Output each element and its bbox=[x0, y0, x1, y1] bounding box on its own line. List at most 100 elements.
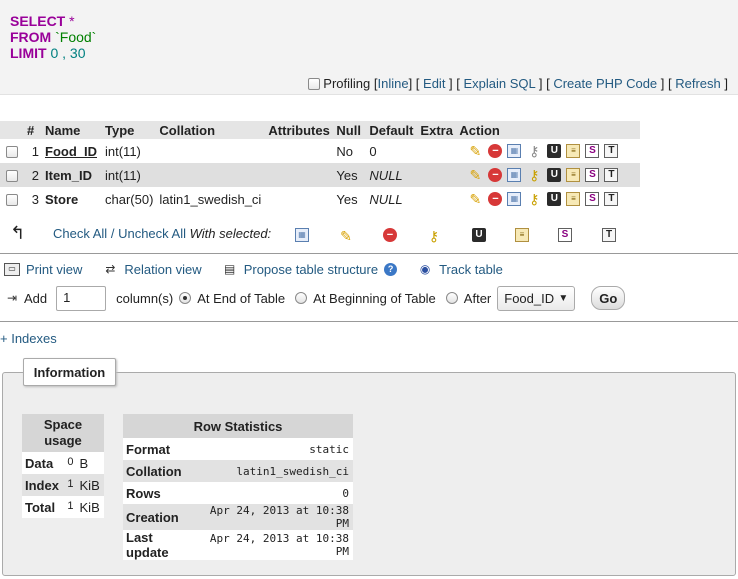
spatial-icon[interactable]: S bbox=[558, 228, 572, 242]
space-label: Total bbox=[22, 496, 64, 518]
column-count-input[interactable]: 1 bbox=[56, 285, 107, 311]
space-unit: B bbox=[76, 452, 104, 474]
space-usage-table: Space usage Data 0 B Index 1 KiB Total 1… bbox=[22, 414, 104, 518]
profiling-label: Profiling bbox=[323, 76, 371, 91]
unique-icon[interactable]: U bbox=[547, 144, 562, 158]
field-default: NULL bbox=[366, 163, 418, 187]
stat-label: Creation bbox=[123, 504, 198, 530]
field-extra bbox=[417, 163, 457, 187]
stat-label: Last update bbox=[123, 530, 198, 560]
at-end-radio[interactable] bbox=[179, 292, 192, 304]
at-beginning-label: At Beginning of Table bbox=[313, 290, 436, 306]
structure-header-row: # Name Type Collation Attributes Null De… bbox=[0, 121, 641, 139]
header-attributes: Attributes bbox=[265, 121, 334, 139]
table-links-row: ▭ Print view ⇄ Relation view ▤ Propose t… bbox=[4, 261, 503, 277]
sql-tools: Profiling [Inline] [ Edit ] [ Explain SQ… bbox=[307, 76, 728, 91]
print-view-link[interactable]: Print view bbox=[26, 262, 82, 277]
row-checkbox[interactable] bbox=[6, 145, 18, 158]
inline-link[interactable]: Inline bbox=[378, 76, 409, 91]
header-null: Null bbox=[333, 121, 367, 139]
field-name-cell: Item_ID bbox=[42, 163, 102, 187]
refresh-link[interactable]: Refresh bbox=[675, 76, 721, 91]
field-name[interactable]: Store bbox=[45, 192, 78, 207]
fulltext-icon[interactable]: T bbox=[602, 228, 616, 242]
fulltext-icon[interactable]: T bbox=[604, 168, 619, 182]
pencil-icon[interactable]: ✎ bbox=[338, 228, 354, 244]
pencil-icon[interactable]: ✎ bbox=[467, 191, 483, 207]
key-icon[interactable]: ⚷ bbox=[426, 228, 442, 244]
propose-structure-link[interactable]: Propose table structure bbox=[244, 262, 378, 277]
space-value: 0 bbox=[67, 455, 74, 468]
stat-value: latin1_swedish_ci bbox=[197, 460, 353, 482]
check-all-link[interactable]: Check All bbox=[53, 226, 107, 241]
stat-label: Collation bbox=[123, 460, 198, 482]
key-icon[interactable]: ⚷ bbox=[526, 143, 542, 159]
field-name[interactable]: Item_ID bbox=[45, 168, 92, 183]
browse-icon[interactable]: ▦ bbox=[507, 144, 522, 158]
after-field-select[interactable]: Food_ID ▼ bbox=[497, 285, 576, 311]
row-checkbox[interactable] bbox=[6, 169, 18, 182]
table-row: Last update Apr 24, 2013 at 10:38 PM bbox=[123, 530, 353, 560]
field-attributes bbox=[265, 187, 334, 211]
fulltext-icon[interactable]: T bbox=[604, 144, 619, 158]
index-icon[interactable]: ≡ bbox=[566, 144, 581, 158]
browse-icon[interactable]: ▦ bbox=[295, 228, 309, 242]
pencil-icon[interactable]: ✎ bbox=[467, 167, 483, 183]
after-radio[interactable] bbox=[445, 292, 458, 304]
fulltext-icon[interactable]: T bbox=[604, 192, 619, 206]
index-icon[interactable]: ≡ bbox=[515, 228, 529, 242]
at-beginning-radio[interactable] bbox=[295, 292, 308, 304]
relation-icon: ⇄ bbox=[105, 262, 116, 276]
unique-icon[interactable]: U bbox=[472, 228, 486, 242]
spatial-icon[interactable]: S bbox=[585, 144, 600, 158]
index-icon[interactable]: ≡ bbox=[566, 168, 581, 182]
edit-link[interactable]: Edit bbox=[423, 76, 445, 91]
relation-view-link[interactable]: Relation view bbox=[124, 262, 201, 277]
information-panel bbox=[2, 372, 736, 576]
structure-table: # Name Type Collation Attributes Null De… bbox=[0, 121, 641, 211]
unique-icon[interactable]: U bbox=[547, 168, 562, 182]
create-php-code-link[interactable]: Create PHP Code bbox=[553, 76, 657, 91]
field-name-cell: Store bbox=[42, 187, 102, 211]
unique-icon[interactable]: U bbox=[547, 192, 562, 206]
index-icon[interactable]: ≡ bbox=[566, 192, 581, 206]
selection-links: Check All / Uncheck All With selected: bbox=[53, 226, 271, 241]
table-row: Data 0 B bbox=[22, 452, 104, 474]
field-name[interactable]: Food_ID bbox=[45, 144, 97, 159]
drop-icon[interactable]: − bbox=[488, 192, 503, 206]
table-row: Index 1 KiB bbox=[22, 474, 104, 496]
drop-icon[interactable]: − bbox=[488, 168, 503, 182]
explain-sql-link[interactable]: Explain SQL bbox=[464, 76, 536, 91]
sql-table-name: `Food` bbox=[55, 29, 97, 45]
row-statistics-header: Row Statistics bbox=[123, 414, 353, 438]
browse-icon[interactable]: ▦ bbox=[507, 168, 522, 182]
row-checkbox[interactable] bbox=[6, 193, 18, 206]
spatial-icon[interactable]: S bbox=[585, 192, 600, 206]
track-table-link[interactable]: Track table bbox=[439, 262, 503, 277]
key-icon[interactable]: ⚷ bbox=[526, 191, 542, 207]
add-column-row: ⇥ Add 1 column(s) At End of Table At Beg… bbox=[4, 285, 626, 311]
header-type: Type bbox=[102, 121, 157, 139]
stat-label: Format bbox=[123, 438, 198, 460]
spatial-icon[interactable]: S bbox=[585, 168, 600, 182]
propose-icon: ▤ bbox=[224, 262, 236, 276]
drop-icon[interactable]: − bbox=[488, 144, 503, 158]
pencil-icon[interactable]: ✎ bbox=[467, 143, 483, 159]
go-button[interactable]: Go bbox=[591, 286, 626, 310]
profiling-checkbox[interactable] bbox=[307, 78, 320, 90]
divider bbox=[0, 321, 738, 322]
uncheck-all-link[interactable]: Uncheck All bbox=[118, 226, 186, 241]
help-icon[interactable]: ? bbox=[384, 262, 398, 276]
drop-icon[interactable]: − bbox=[383, 228, 397, 242]
space-unit: KiB bbox=[76, 496, 104, 518]
table-row: 3 Store char(50) latin1_swedish_ci Yes N… bbox=[0, 187, 641, 211]
field-extra bbox=[417, 187, 457, 211]
space-value: 1 bbox=[67, 499, 74, 512]
after-label: After bbox=[463, 290, 492, 306]
print-icon: ▭ bbox=[4, 262, 20, 276]
after-field-value: Food_ID bbox=[504, 290, 555, 306]
key-icon[interactable]: ⚷ bbox=[526, 167, 542, 183]
actions-cell: ✎ − ▦ ⚷ U ≡ S T bbox=[456, 163, 641, 187]
indexes-link[interactable]: + Indexes bbox=[0, 331, 57, 346]
browse-icon[interactable]: ▦ bbox=[507, 192, 522, 206]
